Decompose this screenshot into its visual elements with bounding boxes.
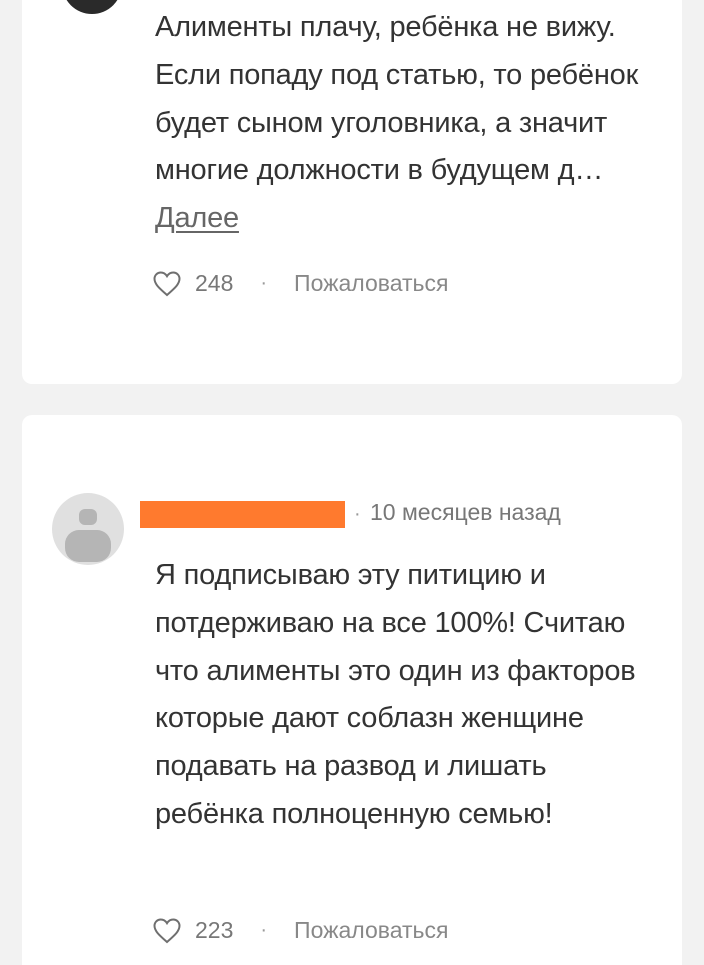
separator-dot: · bbox=[260, 272, 268, 294]
comment-timestamp: 10 месяцев назад bbox=[370, 499, 561, 525]
redacted-author-name bbox=[140, 501, 345, 528]
comment-actions: 223 · Пожаловаться bbox=[153, 917, 448, 944]
comments-feed: Алименты плачу, ребёнка не вижу. Если по… bbox=[0, 0, 704, 965]
report-link[interactable]: Пожаловаться bbox=[294, 917, 448, 944]
comment-card: · 10 месяцев назад Я подписываю эту пити… bbox=[22, 415, 682, 965]
heart-outline-icon bbox=[153, 270, 181, 296]
like-button[interactable]: 248 bbox=[153, 270, 233, 297]
separator-dot: · bbox=[260, 919, 268, 941]
comment-text: Алименты плачу, ребёнка не вижу. Если по… bbox=[155, 11, 639, 187]
comment-actions: 248 · Пожаловаться bbox=[153, 270, 448, 297]
comment-body: Я подписываю эту питицию и потдерживаю н… bbox=[155, 552, 660, 839]
like-count: 248 bbox=[195, 270, 234, 296]
read-more-link[interactable]: Далее bbox=[155, 202, 239, 234]
comment-body: Алименты плачу, ребёнка не вижу. Если по… bbox=[155, 4, 660, 243]
comment-text: Я подписываю эту питицию и потдерживаю н… bbox=[155, 559, 636, 830]
heart-outline-icon bbox=[153, 917, 181, 943]
like-count: 223 bbox=[195, 917, 234, 943]
avatar[interactable] bbox=[62, 0, 122, 14]
like-button[interactable]: 223 bbox=[153, 917, 233, 944]
avatar[interactable] bbox=[52, 493, 124, 565]
separator-dot: · bbox=[354, 503, 361, 525]
comment-card: Алименты плачу, ребёнка не вижу. Если по… bbox=[22, 0, 682, 384]
user-silhouette-icon bbox=[65, 509, 111, 562]
report-link[interactable]: Пожаловаться bbox=[294, 270, 448, 297]
